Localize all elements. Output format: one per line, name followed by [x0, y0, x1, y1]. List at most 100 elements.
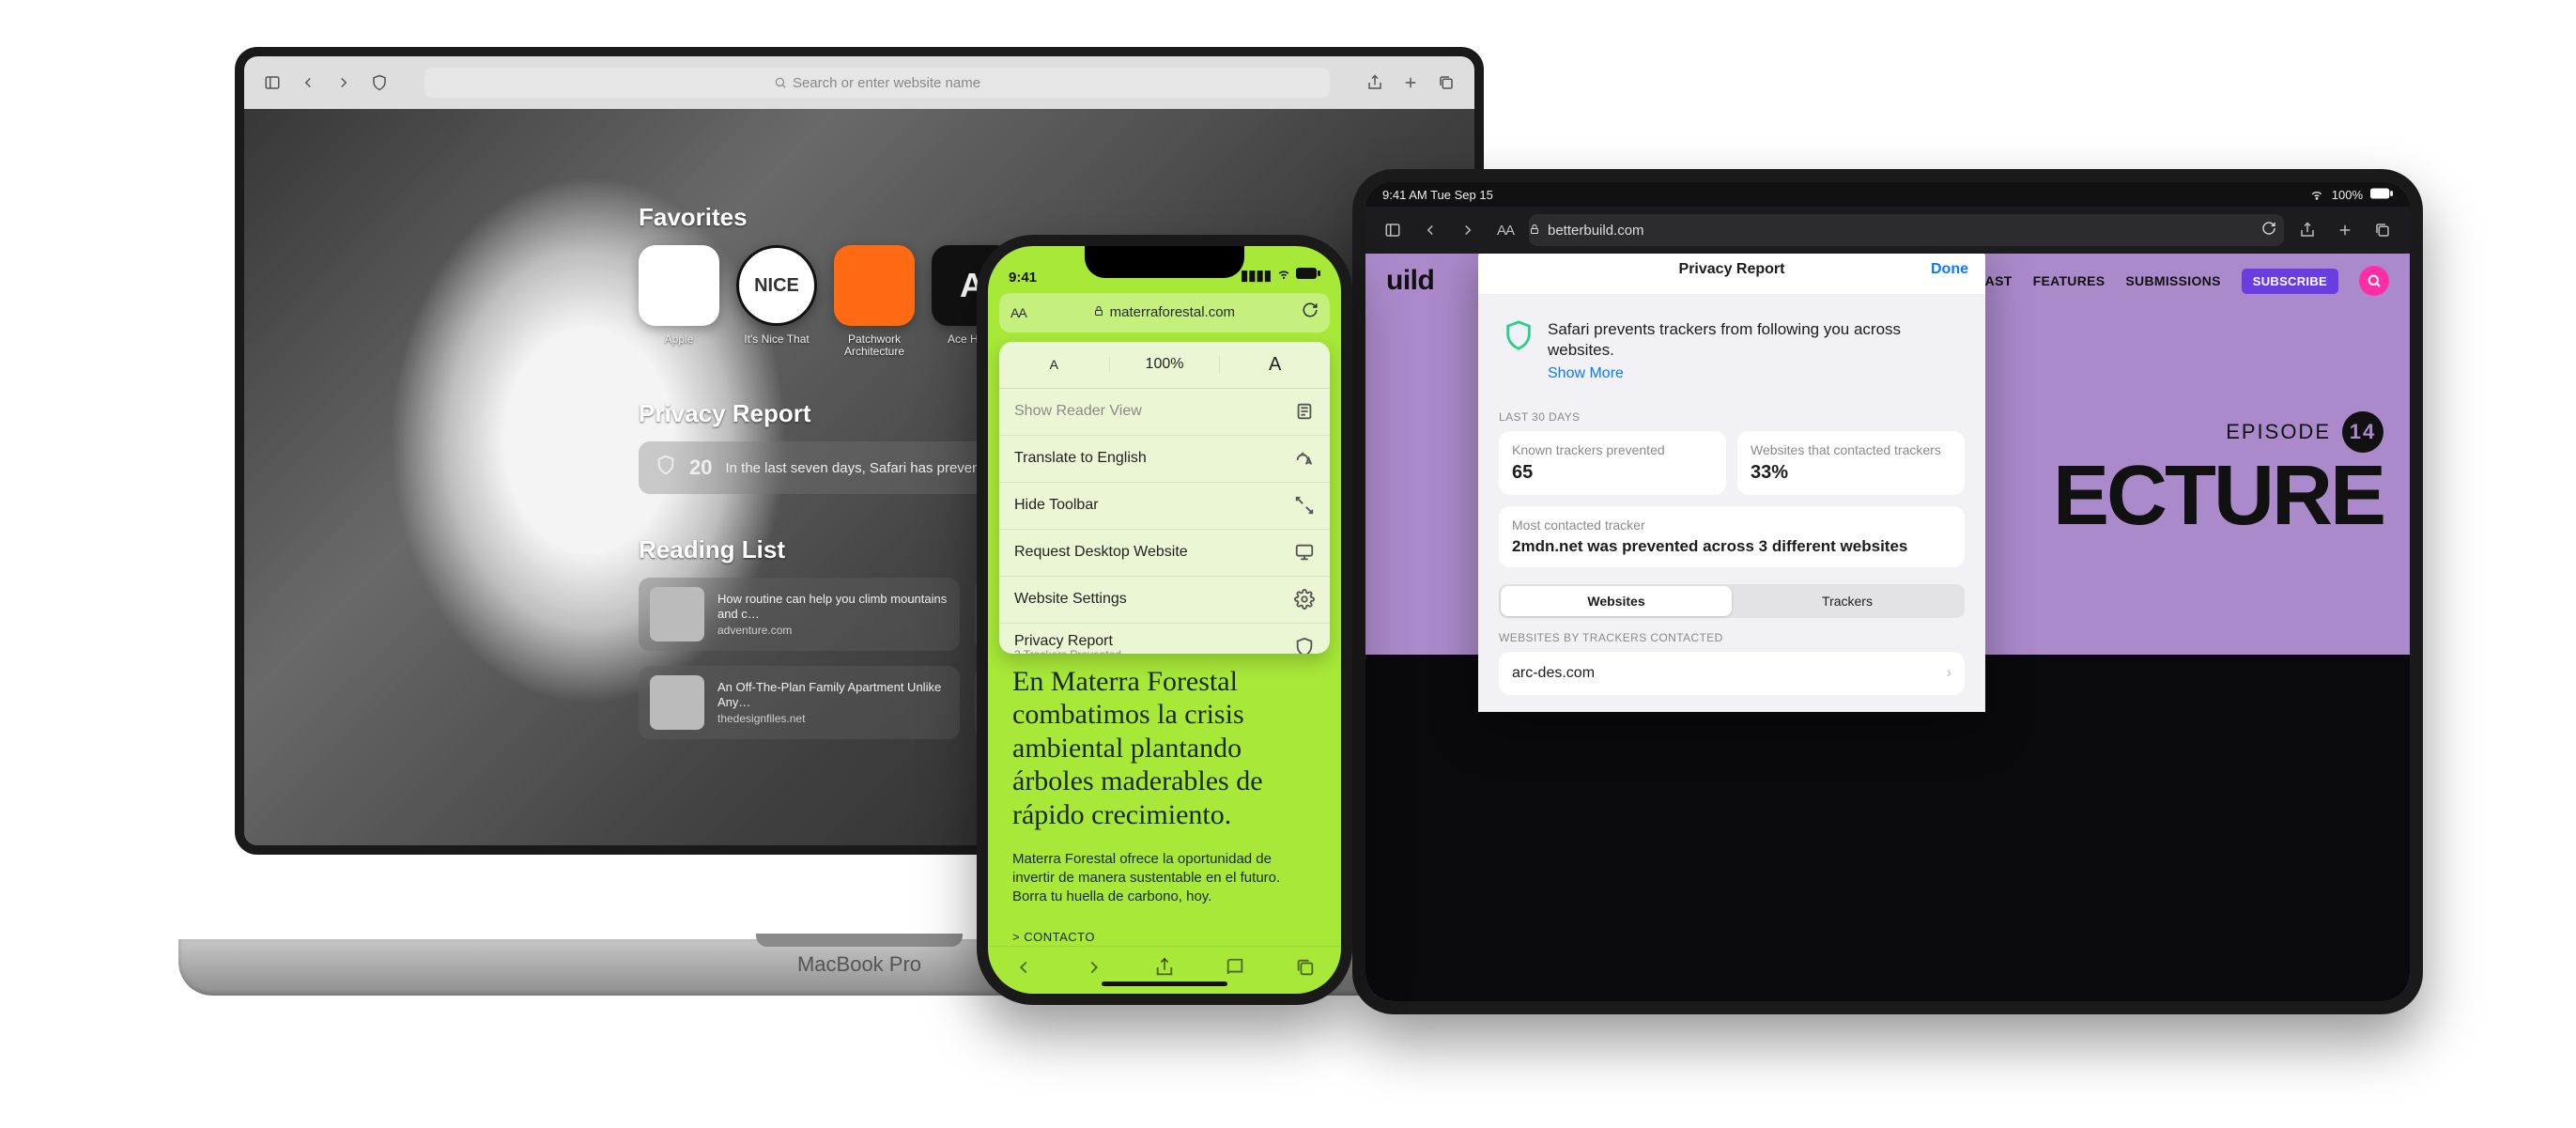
- menu-privacy-report[interactable]: Privacy Report 3 Trackers Prevented: [999, 624, 1330, 654]
- zoom-in-button[interactable]: A: [1220, 354, 1330, 376]
- share-icon[interactable]: [1362, 70, 1388, 96]
- lock-icon: [1093, 304, 1104, 320]
- article-paragraph: Materra Forestal ofrece la oportunidad d…: [1012, 850, 1317, 907]
- favorite-patchwork[interactable]: ■ Patchwork Architecture: [834, 245, 915, 358]
- menu-show-reader[interactable]: Show Reader View: [999, 389, 1330, 436]
- menu-translate[interactable]: Translate to English: [999, 436, 1330, 483]
- chevron-right-icon: ›: [1947, 665, 1951, 682]
- url-text: materraforestal.com: [1110, 304, 1235, 320]
- battery-percent: 100%: [2332, 188, 2363, 202]
- expand-icon: [1294, 495, 1315, 516]
- status-time: 9:41: [1009, 270, 1037, 286]
- zoom-value: 100%: [1110, 356, 1221, 373]
- cellular-icon: ▮▮▮▮: [1241, 267, 1272, 284]
- thumbnail-image: [650, 587, 704, 641]
- article-headline: En Materra Forestal combatimos la crisis…: [1012, 665, 1317, 831]
- ipad-device: 9:41 AM Tue Sep 15 100% AA betterbuild.c…: [1352, 169, 2423, 1014]
- favorites-heading: Favorites: [639, 203, 1296, 232]
- segmented-control[interactable]: Websites Trackers: [1499, 584, 1965, 618]
- back-icon[interactable]: [1013, 957, 1034, 983]
- tabs-icon[interactable]: [1295, 957, 1316, 983]
- address-bar-placeholder: Search or enter website name: [793, 75, 980, 91]
- zoom-out-button[interactable]: A: [999, 357, 1110, 372]
- search-icon: [774, 76, 787, 89]
- reader-aa-icon[interactable]: AA: [1491, 216, 1519, 244]
- card-known-trackers[interactable]: Known trackers prevented 65: [1499, 431, 1726, 495]
- safari-toolbar-ipad: AA betterbuild.com: [1365, 207, 2410, 254]
- reader-aa-icon[interactable]: AA: [1010, 305, 1026, 320]
- segment-websites[interactable]: Websites: [1501, 586, 1732, 616]
- desktop-icon: [1294, 542, 1315, 563]
- reload-icon[interactable]: [2261, 221, 2276, 240]
- page-content: En Materra Forestal combatimos la crisis…: [988, 654, 1341, 946]
- search-icon[interactable]: [2359, 266, 2389, 296]
- nav-link-submissions[interactable]: SUBMISSIONS: [2125, 273, 2220, 288]
- address-bar[interactable]: Search or enter website name: [424, 68, 1330, 98]
- iphone-device: 9:41 ▮▮▮▮ AA materraforestal.com A 100% …: [977, 235, 1352, 1005]
- share-icon[interactable]: [1154, 957, 1175, 983]
- shield-icon[interactable]: [366, 70, 393, 96]
- safari-toolbar-mac: Search or enter website name: [244, 56, 1474, 109]
- shield-icon: [656, 455, 676, 481]
- list-label: WEBSITES BY TRACKERS CONTACTED: [1499, 631, 1965, 644]
- favorite-apple[interactable]: Apple: [639, 245, 719, 358]
- wifi-icon: [1275, 265, 1292, 286]
- address-bar[interactable]: AA materraforestal.com: [999, 293, 1330, 332]
- segment-trackers[interactable]: Trackers: [1732, 586, 1963, 616]
- battery-icon: [2370, 188, 2393, 202]
- popover-hero-text: Safari prevents trackers from following …: [1548, 319, 1961, 361]
- tabs-icon[interactable]: [2368, 216, 2397, 244]
- bookmarks-icon[interactable]: [1225, 957, 1245, 983]
- contact-link[interactable]: > CONTACTO: [1012, 930, 1095, 944]
- sidebar-icon[interactable]: [1379, 216, 1407, 244]
- home-indicator[interactable]: [1102, 981, 1227, 986]
- iphone-screen: 9:41 ▮▮▮▮ AA materraforestal.com A 100% …: [988, 246, 1341, 994]
- back-icon[interactable]: [295, 70, 321, 96]
- forward-icon[interactable]: [331, 70, 357, 96]
- menu-website-settings[interactable]: Website Settings: [999, 577, 1330, 624]
- address-bar[interactable]: betterbuild.com: [1529, 214, 2284, 246]
- forward-icon[interactable]: [1084, 957, 1104, 983]
- reader-icon: [1294, 401, 1315, 422]
- show-more-link[interactable]: Show More: [1548, 364, 1624, 384]
- card-most-contacted[interactable]: Most contacted tracker 2mdn.net was prev…: [1499, 506, 1965, 567]
- battery-icon: [1296, 267, 1320, 283]
- card-websites-contacted[interactable]: Websites that contacted trackers 33%: [1737, 431, 1965, 495]
- period-label: LAST 30 DAYS: [1499, 410, 1965, 424]
- menu-request-desktop[interactable]: Request Desktop Website: [999, 530, 1330, 577]
- sidebar-icon[interactable]: [259, 70, 285, 96]
- gear-icon: [1294, 589, 1315, 610]
- site-logo[interactable]: uild: [1386, 265, 1434, 297]
- privacy-tracker-count: 20: [689, 456, 712, 480]
- lock-icon: [1529, 223, 1540, 239]
- new-tab-icon[interactable]: [1397, 70, 1424, 96]
- translate-icon: [1294, 448, 1315, 469]
- new-tab-icon[interactable]: [2331, 216, 2359, 244]
- shield-icon: [1503, 319, 1535, 351]
- popover-title: Privacy Report: [1679, 261, 1785, 278]
- safari-bottom-bar: [988, 946, 1341, 994]
- tabs-icon[interactable]: [1433, 70, 1459, 96]
- popover-header: Privacy Report Done: [1478, 254, 1985, 295]
- episode-title: ECTURE: [2053, 458, 2383, 534]
- tracker-row[interactable]: arc-des.com ›: [1499, 652, 1965, 695]
- share-icon[interactable]: [2293, 216, 2321, 244]
- url-text: betterbuild.com: [1548, 223, 1644, 239]
- aa-menu: A 100% A Show Reader View Translate to E…: [999, 342, 1330, 654]
- favorite-itsnicethat[interactable]: NICE It's Nice That: [736, 245, 817, 358]
- status-time: 9:41 AM Tue Sep 15: [1382, 188, 1493, 202]
- iphone-notch: [1085, 246, 1244, 278]
- reload-icon[interactable]: [1302, 301, 1319, 323]
- macbook-label: MacBook Pro: [797, 952, 921, 977]
- forward-icon[interactable]: [1454, 216, 1482, 244]
- subscribe-button[interactable]: SUBSCRIBE: [2242, 269, 2338, 294]
- reading-list-item[interactable]: How routine can help you climb mountains…: [639, 578, 960, 651]
- menu-hide-toolbar[interactable]: Hide Toolbar: [999, 483, 1330, 530]
- thumbnail-image: [650, 675, 704, 730]
- nav-link-features[interactable]: FEATURES: [2033, 273, 2106, 288]
- done-button[interactable]: Done: [1931, 261, 1968, 278]
- back-icon[interactable]: [1416, 216, 1444, 244]
- macbook-notch: [756, 934, 963, 947]
- website-content: uild PODCAST FEATURES SUBMISSIONS SUBSCR…: [1365, 254, 2410, 1001]
- reading-list-item[interactable]: An Off-The-Plan Family Apartment Unlike …: [639, 666, 960, 739]
